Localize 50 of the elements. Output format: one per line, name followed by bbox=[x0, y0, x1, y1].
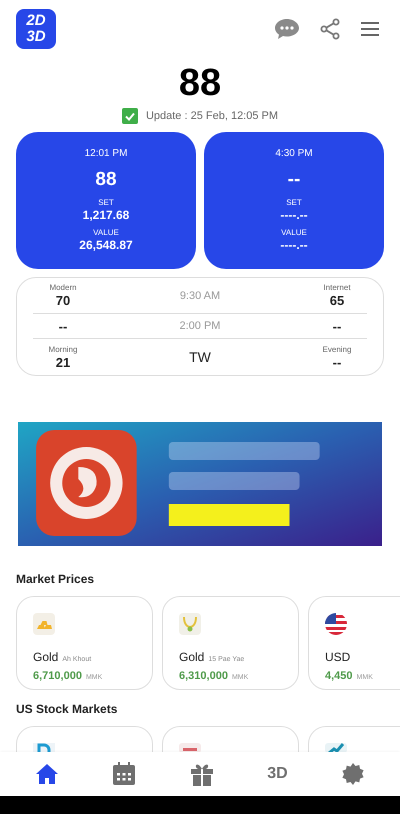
schedule-number: 65 bbox=[330, 293, 344, 308]
set-value: ----.-- bbox=[280, 208, 308, 222]
schedule-label: Internet bbox=[323, 283, 351, 294]
session-number: 88 bbox=[95, 169, 117, 192]
app-logo: 2D 3D bbox=[16, 8, 56, 49]
set-label: SET bbox=[98, 198, 114, 208]
session-time: 12:01 PM bbox=[84, 148, 128, 160]
schedule-time: 2:00 PM bbox=[180, 319, 220, 334]
schedule-time: 9:30 AM bbox=[180, 288, 220, 304]
chat-bubble-icon[interactable] bbox=[274, 18, 300, 40]
value-amount: ----.-- bbox=[280, 238, 308, 252]
schedule-label: Modern bbox=[49, 283, 77, 294]
letter-icon bbox=[33, 743, 55, 752]
schedule-number: -- bbox=[332, 354, 342, 370]
necklace-icon bbox=[179, 613, 201, 636]
badge-icon bbox=[179, 743, 201, 752]
session-time: 4:30 PM bbox=[275, 148, 313, 160]
item-price: 4,450 bbox=[325, 669, 353, 684]
home-icon[interactable] bbox=[34, 763, 59, 786]
item-name: Gold bbox=[179, 649, 204, 666]
gift-icon[interactable] bbox=[190, 762, 214, 786]
item-price: 6,710,000 bbox=[33, 669, 82, 684]
nav-tab[interactable]: 3D bbox=[267, 762, 288, 786]
schedule-label: Evening bbox=[322, 344, 352, 355]
schedule-time: TW bbox=[189, 348, 211, 367]
value-label: VALUE bbox=[281, 228, 307, 238]
update-time: Update : 25 Feb, 12:05 PM bbox=[146, 108, 278, 124]
section-title: Market Prices bbox=[16, 571, 96, 588]
item-price: 6,310,000 bbox=[179, 669, 228, 684]
schedule-number: 70 bbox=[56, 293, 70, 308]
section-title: US Stock Markets bbox=[16, 701, 118, 718]
chart-icon bbox=[325, 743, 347, 752]
menu-icon[interactable] bbox=[360, 20, 380, 37]
share-icon[interactable] bbox=[320, 18, 340, 40]
set-value: 1,217.68 bbox=[82, 208, 130, 222]
schedule-number: 21 bbox=[56, 354, 70, 370]
value-amount: 26,548.87 bbox=[79, 238, 133, 252]
schedule-label: Morning bbox=[48, 344, 78, 355]
schedule-number: -- bbox=[58, 318, 68, 334]
ingot-stack-icon bbox=[33, 613, 55, 636]
gear-icon[interactable] bbox=[341, 762, 366, 786]
schedule-number: -- bbox=[332, 318, 342, 334]
session-number: -- bbox=[288, 169, 300, 192]
set-label: SET bbox=[286, 198, 302, 208]
item-name: Gold bbox=[33, 649, 58, 666]
calendar-icon[interactable] bbox=[112, 762, 136, 786]
result-number: 88 bbox=[178, 62, 222, 104]
flag-icon bbox=[325, 613, 347, 636]
item-name: USD bbox=[325, 649, 350, 666]
value-label: VALUE bbox=[93, 228, 119, 238]
